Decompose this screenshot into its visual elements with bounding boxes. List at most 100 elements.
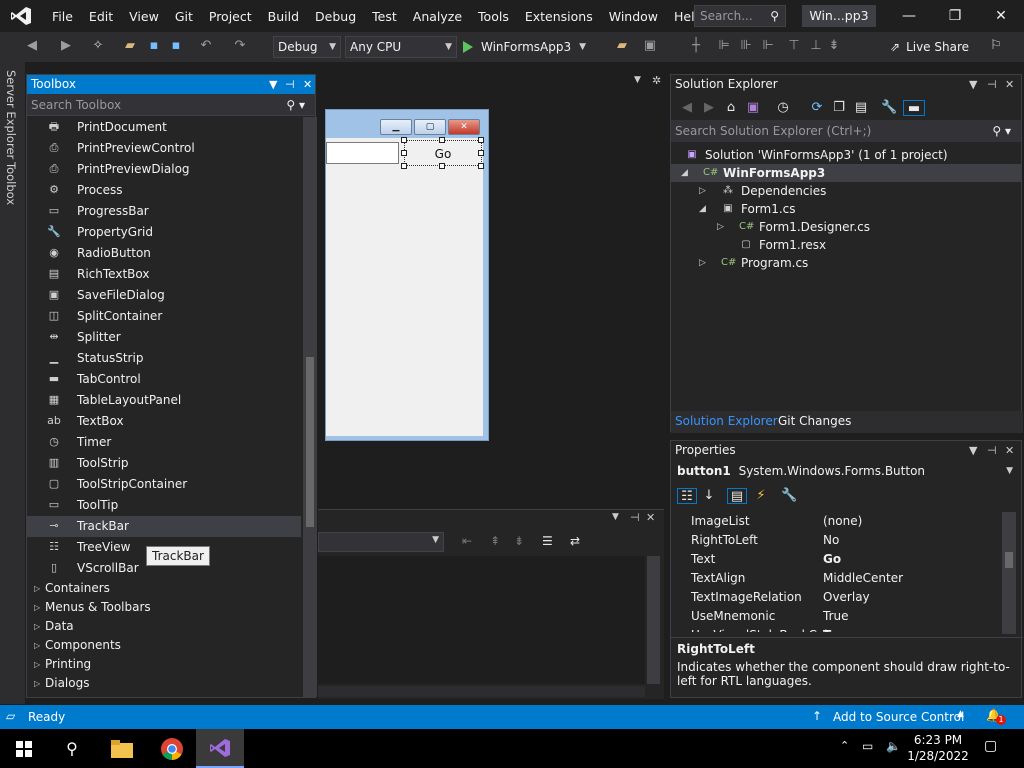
toolbox-item[interactable]: ⊸ TrackBar: [27, 516, 301, 537]
form-minimize-button[interactable]: ▁: [380, 119, 412, 135]
toolbox-item[interactable]: ▣ SaveFileDialog: [27, 285, 301, 306]
properties-view-icon[interactable]: ▤: [727, 488, 747, 504]
pending-changes-filter-icon[interactable]: ◷: [775, 100, 791, 116]
toolbox-item[interactable]: ◫ SplitContainer: [27, 306, 301, 327]
solution-explorer-search-input[interactable]: Search Solution Explorer (Ctrl+;) ⚲ ▾: [671, 120, 1021, 142]
property-row[interactable]: RightToLeft No: [671, 531, 1001, 550]
property-row[interactable]: UseMnemonic True: [671, 607, 1001, 626]
toolbox-item[interactable]: ⚙ Process: [27, 180, 301, 201]
tree-item-program[interactable]: ▷ C# Program.cs: [671, 254, 1021, 272]
toolbox-item[interactable]: ▦ TableLayoutPanel: [27, 390, 301, 411]
pin-icon[interactable]: ⊣: [987, 75, 997, 94]
resize-handle[interactable]: [401, 137, 407, 143]
preview-selected-icon[interactable]: ▬: [903, 100, 925, 116]
network-icon[interactable]: ▭: [862, 739, 873, 753]
pin-icon[interactable]: ⊣: [987, 441, 997, 460]
back-icon[interactable]: ◀: [679, 100, 695, 116]
gear-icon[interactable]: ✲: [652, 74, 661, 87]
new-project-icon[interactable]: ✧: [90, 38, 106, 54]
form-client-area[interactable]: Go: [326, 137, 484, 436]
menu-item-file[interactable]: File: [44, 9, 81, 24]
toolbox-category[interactable]: ▷ Menus & Toolbars: [27, 598, 301, 617]
search-icon[interactable]: ⚲ ▾: [286, 94, 305, 116]
sync-icon[interactable]: ⟳: [809, 100, 825, 116]
resize-handle[interactable]: [401, 150, 407, 156]
next-message-icon[interactable]: ⇟: [514, 534, 524, 548]
property-pages-icon[interactable]: 🔧: [781, 488, 797, 504]
menu-item-window[interactable]: Window: [601, 9, 666, 24]
toolbox-item[interactable]: ▭ ToolTip: [27, 495, 301, 516]
align-bottom-icon[interactable]: ⇟: [826, 38, 842, 54]
align-left-icon[interactable]: ⊫: [716, 38, 732, 54]
form1-window[interactable]: ▁ ▢ ✕ Go: [325, 109, 489, 441]
resize-handle[interactable]: [478, 150, 484, 156]
resize-handle[interactable]: [478, 163, 484, 169]
toolbox-item[interactable]: ▭ ProgressBar: [27, 201, 301, 222]
forward-icon[interactable]: ▶: [58, 38, 74, 54]
menu-item-git[interactable]: Git: [167, 9, 201, 24]
output-source-dropdown[interactable]: ▼: [318, 532, 444, 552]
toolbox-item[interactable]: ▁ StatusStrip: [27, 348, 301, 369]
toolbox-item[interactable]: ▥ ToolStrip: [27, 453, 301, 474]
tree-item-solution[interactable]: ▣ Solution 'WinFormsApp3' (1 of 1 projec…: [671, 146, 1021, 164]
tab-overflow-icon[interactable]: ▼: [634, 75, 641, 85]
tree-item-form1-designer[interactable]: ▷ C# Form1.Designer.cs: [671, 218, 1021, 236]
start-debugging-button[interactable]: WinFormsApp3 ▼: [463, 36, 586, 58]
menu-item-extensions[interactable]: Extensions: [517, 9, 601, 24]
undo-icon[interactable]: ↶: [198, 38, 214, 54]
close-icon[interactable]: ✕: [1005, 441, 1014, 460]
chrome-icon[interactable]: [148, 729, 196, 768]
add-to-source-control-button[interactable]: Add to Source Control: [833, 710, 964, 724]
toolbox-item[interactable]: ab TextBox: [27, 411, 301, 432]
collapse-all-icon[interactable]: ❐: [831, 100, 847, 116]
file-explorer-icon[interactable]: [98, 729, 146, 768]
resize-handle[interactable]: [439, 163, 445, 169]
output-horizontal-scrollbar[interactable]: [318, 686, 645, 697]
output-vertical-scrollbar[interactable]: [647, 556, 660, 684]
scrollbar-thumb[interactable]: [1005, 552, 1013, 568]
pin-icon[interactable]: ⊣: [285, 75, 295, 94]
form-maximize-button[interactable]: ▢: [414, 119, 446, 135]
tree-item-form1-resx[interactable]: ▢ Form1.resx: [671, 236, 1021, 254]
menu-item-test[interactable]: Test: [364, 9, 405, 24]
property-row[interactable]: ImageList (none): [671, 512, 1001, 531]
property-value[interactable]: True: [823, 626, 852, 632]
toolbox-category[interactable]: ▷ Components: [27, 636, 301, 655]
close-icon[interactable]: ✕: [646, 511, 655, 524]
property-value[interactable]: Overlay: [823, 588, 870, 607]
toolbox-category[interactable]: ▷ Dialogs: [27, 674, 301, 693]
toolbox-category[interactable]: ▷ Containers: [27, 579, 301, 598]
tree-item-project[interactable]: ◢ C# WinFormsApp3: [671, 164, 1021, 182]
toolbox-item[interactable]: ◉ RadioButton: [27, 243, 301, 264]
menu-item-project[interactable]: Project: [201, 9, 260, 24]
close-button[interactable]: ✕: [978, 0, 1024, 32]
toolbox-item[interactable]: ▤ RichTextBox: [27, 264, 301, 285]
toolbox-item[interactable]: ⎙ PrintPreviewDialog: [27, 159, 301, 180]
property-row[interactable]: UseVisualStyleBackColorTrue: [671, 626, 1001, 632]
window-position-dropdown-icon[interactable]: ▼: [612, 512, 619, 522]
toolbox-item[interactable]: ⇹ Splitter: [27, 327, 301, 348]
open-file-icon[interactable]: ▰: [122, 38, 138, 54]
menu-item-analyze[interactable]: Analyze: [405, 9, 470, 24]
switch-views-icon[interactable]: ▣: [745, 100, 761, 116]
property-row[interactable]: TextImageRelation Overlay: [671, 588, 1001, 607]
folder-icon[interactable]: ▰: [614, 38, 630, 54]
align-middle-icon[interactable]: ⊥: [808, 38, 824, 54]
properties-icon[interactable]: 🔧: [881, 100, 897, 116]
scrollbar-thumb[interactable]: [306, 357, 314, 527]
action-center-icon[interactable]: ▢: [984, 738, 997, 754]
back-icon[interactable]: ◀: [24, 38, 40, 54]
system-clock[interactable]: 6:23 PM 1/28/2022: [906, 732, 970, 764]
toolbox-category[interactable]: ▷ Printing: [27, 655, 301, 674]
find-message-icon[interactable]: ⇤: [462, 534, 472, 548]
property-value[interactable]: MiddleCenter: [823, 569, 903, 588]
align-right-icon[interactable]: ⊩: [760, 38, 776, 54]
categorized-icon[interactable]: ☷: [677, 488, 697, 504]
properties-object-selector[interactable]: button1 System.Windows.Forms.Button ▼: [671, 460, 1021, 482]
window-position-dropdown-icon[interactable]: ▼: [269, 75, 277, 94]
tree-item-dependencies[interactable]: ▷ ⁂ Dependencies: [671, 182, 1021, 200]
property-value[interactable]: Go: [823, 550, 841, 569]
redo-icon[interactable]: ↷: [232, 38, 248, 54]
live-share-button[interactable]: ⇗ Live Share: [890, 40, 969, 54]
tab-solution-explorer[interactable]: Solution Explorer: [675, 414, 778, 428]
